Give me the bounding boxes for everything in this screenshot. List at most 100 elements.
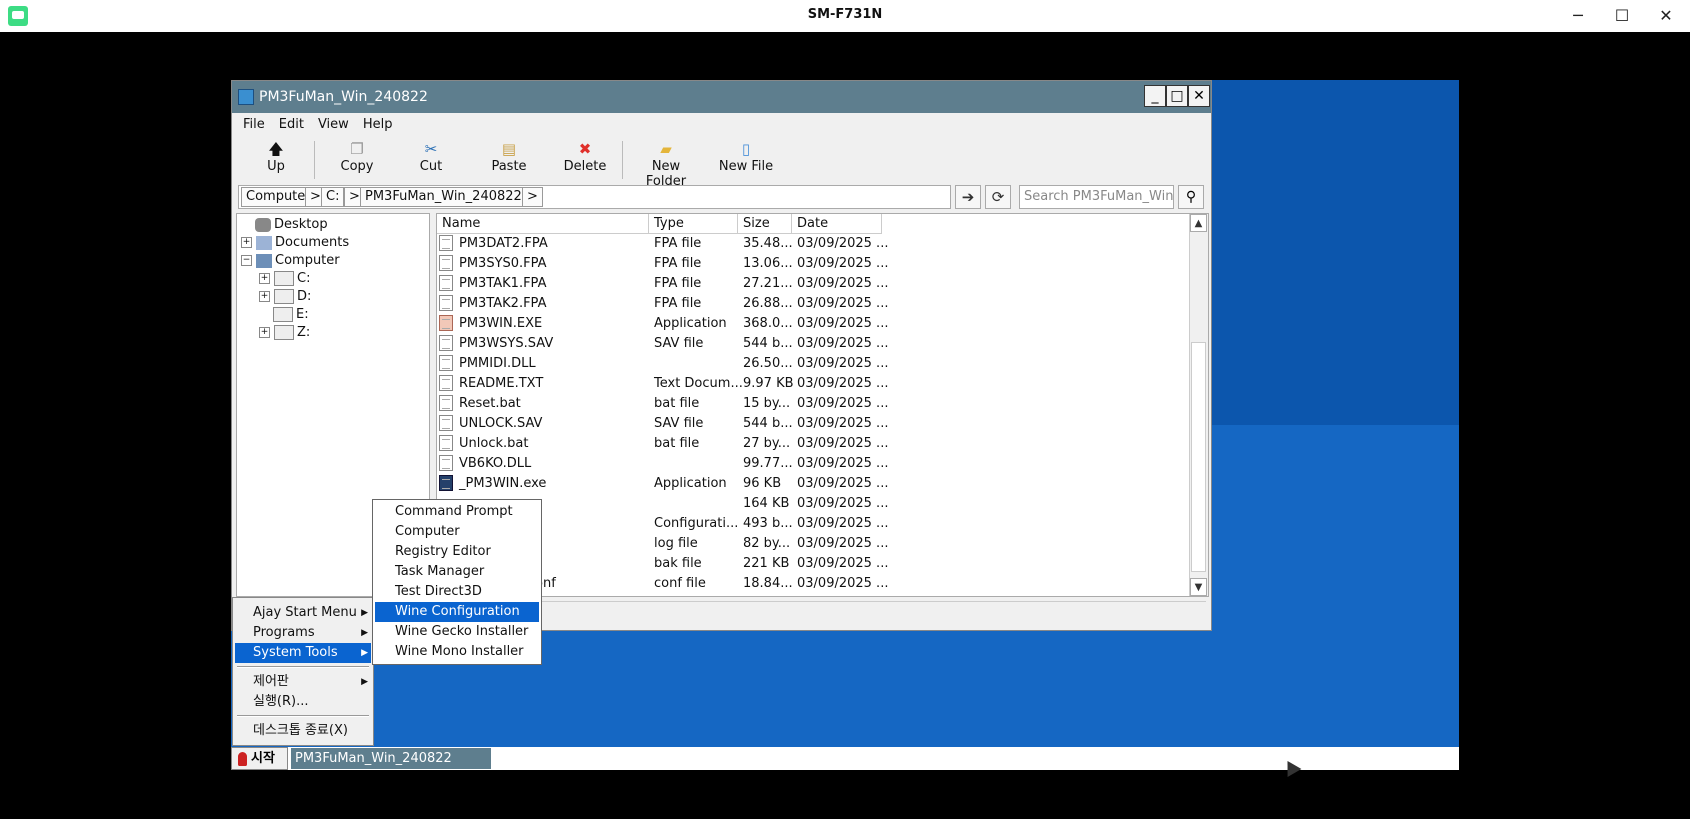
file-icon (439, 375, 453, 391)
table-row[interactable]: PM3DAT2.FPA FPA file 35.48... 03/09/2025 ..… (437, 234, 888, 254)
tree-item-e-drive[interactable]: E: (273, 306, 309, 324)
table-row[interactable]: PM3WSYS.SAV SAV file 544 b... 03/09/2025 ..… (437, 334, 888, 354)
expand-icon[interactable]: + (259, 273, 270, 284)
table-row[interactable]: PM3SYS0.FPA FPA file 13.06... 03/09/2025 ..… (437, 254, 888, 274)
expand-icon[interactable]: + (241, 237, 252, 248)
table-row[interactable]: _PM3WIN.exe Application 96 KB 03/09/2025 ..… (437, 474, 888, 494)
system-tools-submenu: Command Prompt Computer Registry Editor … (372, 499, 542, 665)
start-button[interactable]: 시작 (231, 747, 288, 770)
menu-item-wine-mono-installer[interactable]: Wine Mono Installer (375, 642, 539, 662)
app-titlebar[interactable]: PM3FuMan_Win_240822 _ □ ✕ (232, 81, 1211, 113)
file-name: PMMIDI.DLL (459, 356, 536, 371)
tree-item-d-drive[interactable]: + D: (259, 288, 311, 306)
app-close-button[interactable]: ✕ (1188, 85, 1210, 107)
desktop-icon (255, 217, 271, 232)
start-menu-ajay[interactable]: Ajay Start Menu ▶ (235, 603, 371, 623)
file-type: conf file (654, 576, 706, 591)
file-list: Name Type Size Date PM3DAT2.FPA FPA file 3… (436, 213, 1209, 597)
file-type: FPA file (654, 256, 702, 271)
copy-button[interactable]: ❐ Copy (336, 137, 378, 183)
table-row[interactable]: PM3TAK1.FPA FPA file 27.21... 03/09/2025 ..… (437, 274, 888, 294)
vertical-scrollbar[interactable]: ▲ ▼ (1189, 214, 1208, 596)
table-row[interactable]: UNLOCK.SAV SAV file 544 b... 03/09/2025 ... (437, 414, 888, 434)
menu-file[interactable]: File (236, 115, 272, 134)
menu-item-registry-editor[interactable]: Registry Editor (375, 542, 539, 562)
app-minimize-button[interactable]: _ (1144, 85, 1166, 107)
menu-label: 실행(R)... (253, 694, 309, 709)
host-window-title: SM-F731N (807, 7, 883, 22)
table-row[interactable]: README.TXT Text Docum... 9.97 KB 03/09/2025… (437, 374, 888, 394)
file-date: 03/09/2025 ... (797, 296, 889, 311)
menu-item-command-prompt[interactable]: Command Prompt (375, 502, 539, 522)
menu-item-task-manager[interactable]: Task Manager (375, 562, 539, 582)
file-type: bak file (654, 556, 702, 571)
table-row[interactable]: PMMIDI.DLL 26.50... 03/09/2025 ... (437, 354, 888, 374)
submenu-arrow-icon: ▶ (361, 628, 368, 638)
host-close-button[interactable]: ✕ (1644, 0, 1688, 32)
start-menu-run[interactable]: 실행(R)... (235, 692, 371, 712)
taskbar-window-item[interactable]: PM3FuMan_Win_240822 (291, 748, 491, 769)
search-input[interactable]: Search PM3FuMan_Win_ (1019, 185, 1174, 209)
expand-icon[interactable]: + (259, 291, 270, 302)
breadcrumb-c-drive[interactable]: C: (321, 187, 345, 207)
tree-item-c-drive[interactable]: + C: (259, 270, 310, 288)
file-date: 03/09/2025 ... (797, 396, 889, 411)
cut-button[interactable]: ✂ Cut (416, 137, 446, 183)
up-button[interactable]: 🡅 Up (258, 137, 294, 183)
copy-label: Copy (340, 159, 374, 174)
menu-edit[interactable]: Edit (272, 115, 311, 134)
delete-button[interactable]: ✖ Delete (562, 137, 608, 183)
go-arrow-button[interactable]: ➔ (955, 185, 981, 209)
column-header-type[interactable]: Type (649, 214, 738, 234)
tree-item-z-drive[interactable]: + Z: (259, 324, 310, 342)
file-size: 368.0... (743, 316, 793, 331)
file-icon (439, 435, 453, 451)
table-row[interactable]: PM3WIN.EXE Application 368.0... 03/09/2025 … (437, 314, 888, 334)
table-row[interactable]: PM3TAK2.FPA FPA file 26.88... 03/09/2025 ..… (437, 294, 888, 314)
new-file-button[interactable]: ▯ New File (718, 137, 774, 183)
menu-separator (237, 715, 369, 717)
tree-item-documents[interactable]: + Documents (241, 234, 349, 252)
tree-label: Computer (275, 253, 340, 268)
column-header-date[interactable]: Date (792, 214, 882, 234)
submenu-arrow-icon: ▶ (361, 677, 368, 687)
start-menu-control-panel[interactable]: 제어판 ▶ (235, 672, 371, 692)
file-size: 164 KB (743, 496, 790, 511)
menu-item-test-direct3d[interactable]: Test Direct3D (375, 582, 539, 602)
table-row[interactable]: VB6KO.DLL 99.77... 03/09/2025 ... (437, 454, 888, 474)
host-minimize-button[interactable]: ─ (1556, 0, 1600, 32)
expand-icon[interactable]: + (259, 327, 270, 338)
column-header-size[interactable]: Size (738, 214, 792, 234)
search-button[interactable]: ⚲ (1178, 185, 1204, 209)
refresh-button[interactable]: ⟳ (985, 185, 1011, 209)
menu-label: 데스크톱 종료(X) (253, 723, 348, 738)
new-folder-button[interactable]: ▰ New Folder (630, 137, 702, 189)
address-bar[interactable]: Computer > C: > PM3FuMan_Win_240822 > (238, 185, 951, 209)
breadcrumb-folder[interactable]: PM3FuMan_Win_240822 (360, 187, 527, 207)
up-label: Up (267, 159, 285, 174)
breadcrumb-separator[interactable]: > (522, 187, 543, 207)
menu-item-computer[interactable]: Computer (375, 522, 539, 542)
scroll-up-icon[interactable]: ▲ (1190, 214, 1207, 232)
collapse-icon[interactable]: − (241, 255, 252, 266)
menu-item-wine-configuration[interactable]: Wine Configuration (375, 602, 539, 622)
menu-item-wine-gecko-installer[interactable]: Wine Gecko Installer (375, 622, 539, 642)
file-size: 15 by... (743, 396, 791, 411)
start-menu-programs[interactable]: Programs ▶ (235, 623, 371, 643)
start-menu-system-tools[interactable]: System Tools ▶ (235, 643, 371, 663)
tree-item-desktop[interactable]: Desktop (255, 216, 328, 234)
file-date: 03/09/2025 ... (797, 436, 889, 451)
column-header-name[interactable]: Name (437, 214, 649, 234)
menu-help[interactable]: Help (356, 115, 400, 134)
start-menu-shutdown[interactable]: 데스크톱 종료(X) (235, 721, 371, 741)
table-row[interactable]: Unlock.bat bat file 27 by... 03/09/2025 ... (437, 434, 888, 454)
paste-button[interactable]: ▤ Paste (488, 137, 530, 183)
file-date: 03/09/2025 ... (797, 536, 889, 551)
host-maximize-button[interactable]: ☐ (1600, 0, 1644, 32)
menu-view[interactable]: View (311, 115, 356, 134)
scroll-down-icon[interactable]: ▼ (1190, 578, 1207, 596)
scroll-thumb[interactable] (1191, 342, 1206, 572)
tree-item-computer[interactable]: − Computer (241, 252, 340, 270)
app-maximize-button[interactable]: □ (1166, 85, 1188, 107)
table-row[interactable]: Reset.bat bat file 15 by... 03/09/2025 ... (437, 394, 888, 414)
